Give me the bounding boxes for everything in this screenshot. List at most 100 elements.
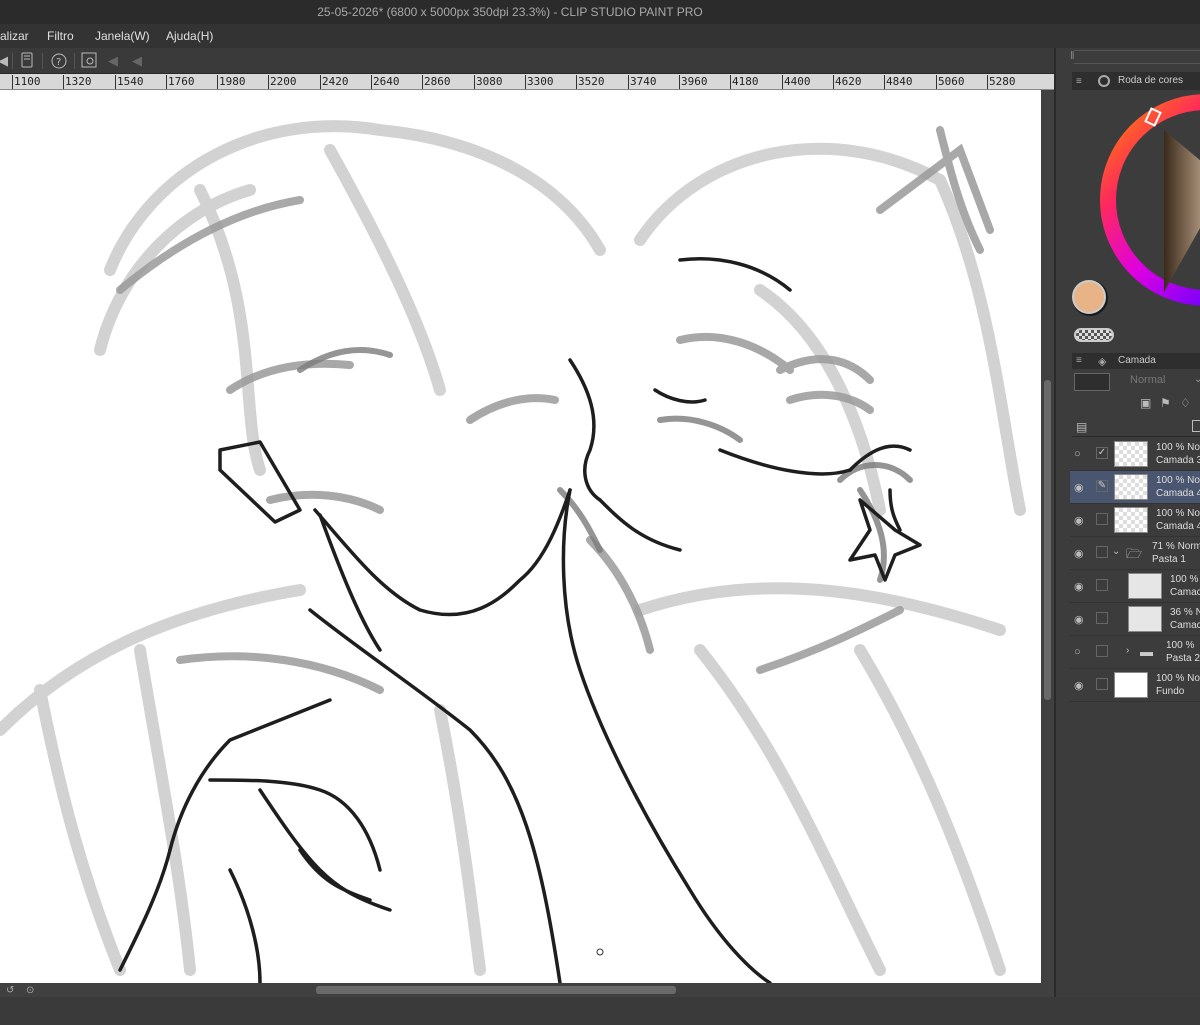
chevron-down-icon[interactable]: ⌄	[1194, 374, 1200, 385]
layer-property-icon[interactable]: ▤	[1076, 420, 1087, 434]
layer-row[interactable]: ○ ✓ 100 % No Camada 3	[1070, 438, 1200, 471]
navigator-icon[interactable]	[80, 52, 98, 70]
ruler-mark: 4180	[730, 75, 759, 89]
previous-icon[interactable]: ◀	[104, 52, 122, 70]
layer-row[interactable]: ◉ 100 % No Fundo	[1070, 669, 1200, 702]
vertical-scroll-thumb[interactable]	[1044, 380, 1051, 700]
layer-label: 100 % No Camada 4	[1156, 507, 1200, 533]
layer-thumbnail	[1114, 672, 1148, 698]
back-icon[interactable]: ◀	[128, 52, 146, 70]
svg-text:?: ?	[56, 57, 61, 68]
layer-check-box[interactable]	[1096, 579, 1108, 591]
ruler-mark: 1540	[115, 75, 144, 89]
ruler-mark: 1320	[63, 75, 92, 89]
eye-icon[interactable]: ◉	[1074, 547, 1084, 560]
menu-bar: alizar Filtro Janela(W) Ajuda(H)	[0, 24, 1200, 48]
new-layer-icon[interactable]	[1192, 420, 1200, 432]
layer-row[interactable]: ◉ 100 % Camac	[1070, 570, 1200, 603]
tab-layer[interactable]: Camada	[1072, 353, 1200, 369]
layer-name: Camada 4	[1156, 521, 1200, 532]
layer-opacity-mode: 71 % Norm	[1152, 541, 1200, 552]
eye-icon[interactable]: ◉	[1074, 613, 1084, 626]
eye-hidden-icon[interactable]: ○	[1074, 448, 1081, 460]
tab-color-wheel[interactable]: Roda de cores	[1072, 72, 1200, 90]
divider	[1072, 436, 1200, 437]
layer-opacity-mode: 100 %	[1170, 574, 1199, 585]
ruler-mark: 3300	[525, 75, 554, 89]
window-title: 25-05-2026* (6800 x 5000px 350dpi 23.3%)…	[0, 0, 1200, 24]
ruler-mark: 1760	[166, 75, 195, 89]
eye-icon[interactable]: ◉	[1074, 514, 1084, 527]
panel-grip	[1074, 50, 1200, 64]
menu-item-janela[interactable]: Janela(W)	[95, 29, 150, 43]
chevron-right-icon[interactable]: ›	[1126, 645, 1129, 656]
layer-name: Fundo	[1156, 686, 1185, 697]
layer-check-box[interactable]	[1096, 645, 1108, 657]
tool-arrow-icon[interactable]: ◀	[0, 52, 12, 70]
ruler-mark: 2200	[268, 75, 297, 89]
reset-icon[interactable]: ⊙	[26, 985, 34, 996]
layer-label: 100 % No Camada 4	[1156, 474, 1200, 500]
layer-row[interactable]: ◉ 100 % No Camada 4	[1070, 504, 1200, 537]
layer-folder-row[interactable]: ◉ ⌄ 🗁 71 % Norm Pasta 1	[1070, 537, 1200, 570]
vertical-scrollbar[interactable]	[1041, 90, 1054, 983]
menu-item-filtro[interactable]: Filtro	[47, 29, 74, 43]
layer-thumbnail	[1114, 507, 1148, 533]
layer-check-box[interactable]: ✓	[1096, 447, 1108, 459]
layer-label: 71 % Norm Pasta 1	[1152, 540, 1200, 566]
horizontal-ruler: 1100 1320 1540 1760 1980 2200 2420 2640 …	[0, 74, 1054, 90]
command-bar: ◀ ? ◀ ◀	[0, 48, 1054, 74]
layer-thumbnail	[1114, 441, 1148, 467]
ruler-mark: 2420	[320, 75, 349, 89]
ruler-mark: 4840	[884, 75, 913, 89]
layer-row[interactable]: ◉ 36 % N Camac	[1070, 603, 1200, 636]
layer-label: 36 % N Camac	[1170, 606, 1200, 632]
horizontal-scroll-thumb[interactable]	[316, 986, 676, 994]
lock-transparency-icon[interactable]: ▣	[1140, 396, 1151, 410]
help-icon[interactable]: ?	[50, 52, 68, 70]
layer-opacity-mode: 36 % N	[1170, 607, 1200, 618]
eye-icon[interactable]: ◉	[1074, 679, 1084, 692]
main-color-swatch[interactable]	[1072, 280, 1106, 314]
layer-row[interactable]: ◉ ✎ 100 % No Camada 4	[1070, 471, 1200, 504]
status-bar: ↺ ⊙	[0, 985, 1200, 1025]
ruler-mark: 5280	[987, 75, 1016, 89]
color-wheel-icon	[1098, 75, 1110, 87]
ruler-mark: 3520	[576, 75, 605, 89]
layer-folder-row[interactable]: ○ › ▬ 100 % Pasta 2	[1070, 636, 1200, 669]
eye-icon[interactable]: ◉	[1074, 580, 1084, 593]
rotate-icon[interactable]: ↺	[6, 985, 14, 996]
device-icon[interactable]	[18, 52, 36, 70]
horizontal-scrollbar[interactable]	[0, 983, 1054, 997]
drawing-canvas[interactable]	[0, 90, 1041, 983]
menu-item-ajuda[interactable]: Ajuda(H)	[166, 29, 213, 43]
reference-layer-icon[interactable]: ⚑	[1160, 396, 1171, 410]
ruler-mark: 1100	[12, 75, 41, 89]
layer-label: 100 % No Fundo	[1156, 672, 1200, 698]
lock-layer-icon[interactable]: ♢	[1180, 396, 1191, 410]
menu-icon[interactable]: ≡	[1076, 76, 1082, 87]
eye-hidden-icon[interactable]: ○	[1074, 646, 1081, 658]
transparent-color-swatch[interactable]	[1074, 328, 1114, 342]
chevron-down-icon[interactable]: ⌄	[1112, 546, 1120, 557]
layer-menu-icon[interactable]: ≡	[1076, 355, 1082, 366]
layer-label: 100 % Camac	[1170, 573, 1200, 599]
menu-item-visualizar[interactable]: alizar	[0, 29, 29, 43]
layer-check-box[interactable]	[1096, 546, 1108, 558]
ruler-mark: 2640	[371, 75, 400, 89]
toolbar-separator	[42, 53, 43, 69]
ruler-mark: 2860	[422, 75, 451, 89]
layer-color-dropdown[interactable]	[1074, 373, 1110, 391]
layer-opacity-mode: 100 %	[1166, 640, 1195, 651]
blend-mode-select[interactable]: Normal	[1130, 374, 1165, 386]
layer-check-box[interactable]	[1096, 678, 1108, 690]
ruler-mark: 3740	[628, 75, 657, 89]
layer-check-box[interactable]	[1096, 612, 1108, 624]
ruler-mark: 4400	[782, 75, 811, 89]
toolbar-separator	[12, 53, 13, 69]
pen-icon[interactable]: ✎	[1096, 480, 1108, 492]
toolbar-separator	[74, 53, 75, 69]
eye-icon[interactable]: ◉	[1074, 481, 1084, 494]
layer-check-box[interactable]	[1096, 513, 1108, 525]
ruler-mark: 5060	[936, 75, 965, 89]
